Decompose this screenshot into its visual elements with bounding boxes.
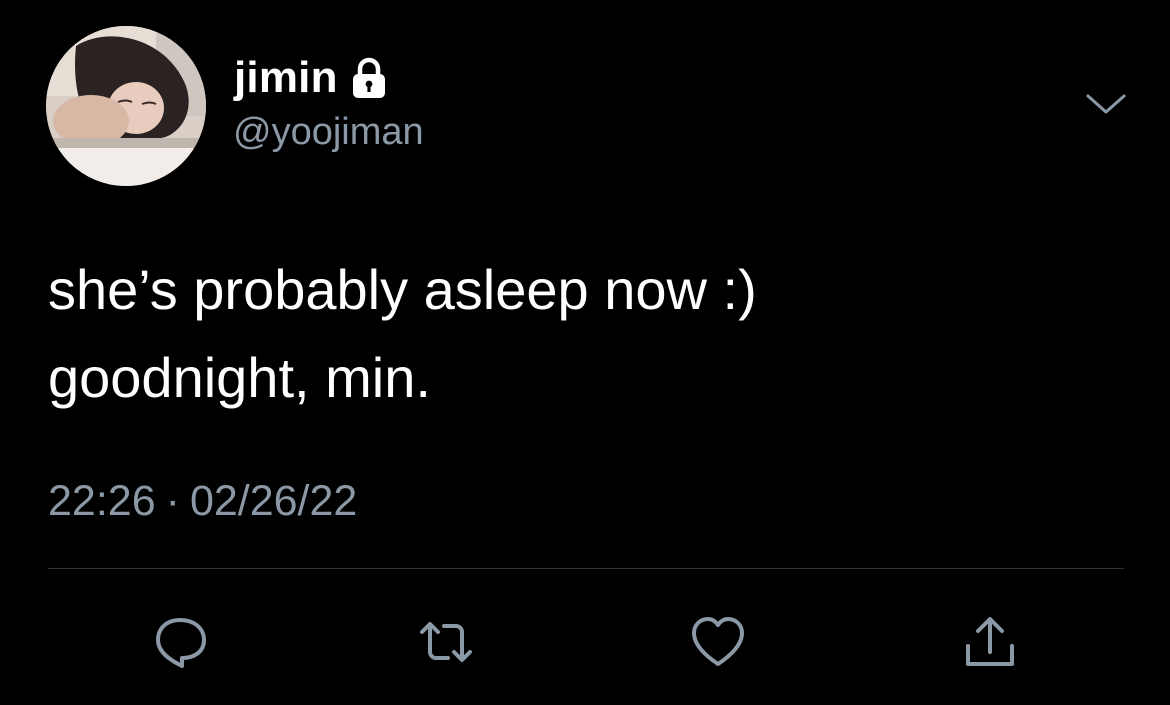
share-icon: [966, 617, 1014, 666]
lock-icon: [350, 57, 388, 99]
chevron-down-icon[interactable]: [1084, 90, 1128, 118]
user-handle[interactable]: @yoojiman: [233, 113, 424, 151]
like-button[interactable]: [686, 610, 750, 674]
profile-photo: [46, 26, 206, 186]
display-name[interactable]: jimin: [234, 56, 338, 100]
name-row: jimin: [234, 52, 388, 104]
reply-button[interactable]: [148, 610, 212, 674]
heart-icon: [692, 617, 744, 666]
tweet-time: 22:26: [48, 477, 156, 525]
tweet-text-line: goodnight, min.: [48, 346, 431, 409]
action-bar: [0, 600, 1170, 680]
tweet-date: 02/26/22: [189, 477, 358, 525]
avatar[interactable]: [46, 26, 206, 186]
tweet: jimin @yoojiman she’s probably asleep no…: [0, 0, 1170, 705]
divider: [48, 568, 1124, 569]
meta-separator: ·: [165, 477, 180, 525]
tweet-timestamp[interactable]: 22:26 · 02/26/22: [48, 480, 357, 523]
reply-icon: [156, 618, 206, 668]
tweet-text: she’s probably asleep now :) goodnight, …: [48, 246, 1128, 422]
tweet-text-line: she’s probably asleep now :): [48, 258, 757, 321]
share-button[interactable]: [958, 610, 1022, 674]
retweet-icon: [420, 622, 472, 662]
retweet-button[interactable]: [414, 610, 478, 674]
